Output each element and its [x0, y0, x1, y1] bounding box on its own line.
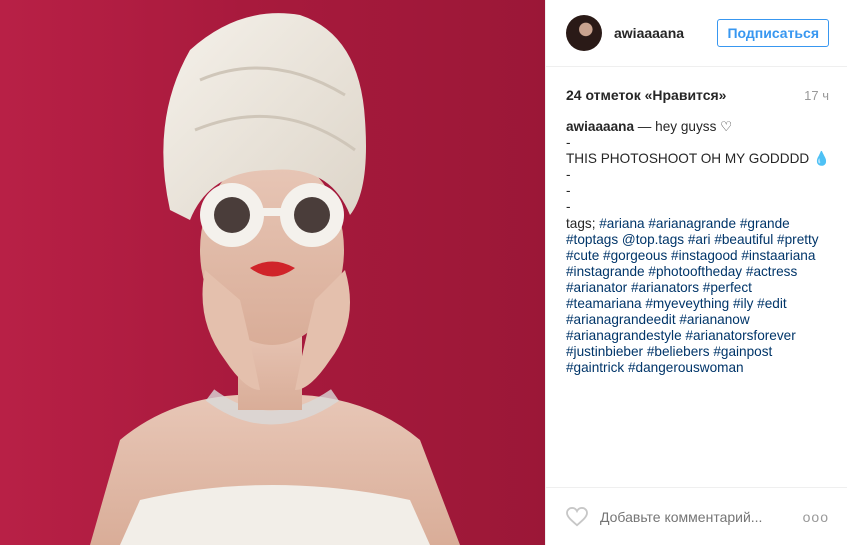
caption: awiaaaana — hey guyss ♡ - THIS PHOTOSHOO…: [546, 103, 847, 377]
caption-line: -: [566, 199, 571, 215]
username-link[interactable]: awiaaaana: [614, 25, 717, 41]
post-header: awiaaaana Подписаться: [546, 0, 847, 67]
follow-button[interactable]: Подписаться: [717, 19, 829, 47]
caption-first-line: awiaaaana — hey guyss ♡: [566, 119, 831, 135]
post-sidebar: awiaaaana Подписаться 24 отметок «Нравит…: [545, 0, 847, 545]
comment-bar: ooo: [546, 487, 847, 545]
caption-username-link[interactable]: awiaaaana: [566, 119, 634, 134]
heart-outline-icon[interactable]: [566, 506, 588, 527]
caption-tags-prefix: tags;: [566, 215, 600, 231]
likes-count[interactable]: 24 отметок «Нравится»: [566, 87, 726, 103]
post-time[interactable]: 17 ч: [804, 88, 829, 103]
likes-row: 24 отметок «Нравится» 17 ч: [546, 67, 847, 103]
caption-line: THIS PHOTOSHOOT OH MY GODDDD 💧: [566, 151, 830, 167]
photo-illustration: [90, 13, 460, 545]
ellipsis-icon[interactable]: ooo: [803, 509, 829, 525]
caption-line: -: [566, 135, 571, 151]
caption-line: -: [566, 183, 571, 199]
caption-text: — hey guyss ♡: [637, 119, 733, 134]
comment-input[interactable]: [598, 507, 803, 526]
avatar[interactable]: [566, 15, 602, 51]
instagram-post: awiaaaana Подписаться 24 отметок «Нравит…: [0, 0, 847, 545]
post-photo[interactable]: [0, 0, 545, 545]
hashtag-links[interactable]: #ariana #arianagrande #grande #toptags @…: [566, 216, 819, 376]
caption-tags-line: tags; #ariana #arianagrande #grande #top…: [566, 216, 831, 377]
caption-line: -: [566, 167, 571, 183]
